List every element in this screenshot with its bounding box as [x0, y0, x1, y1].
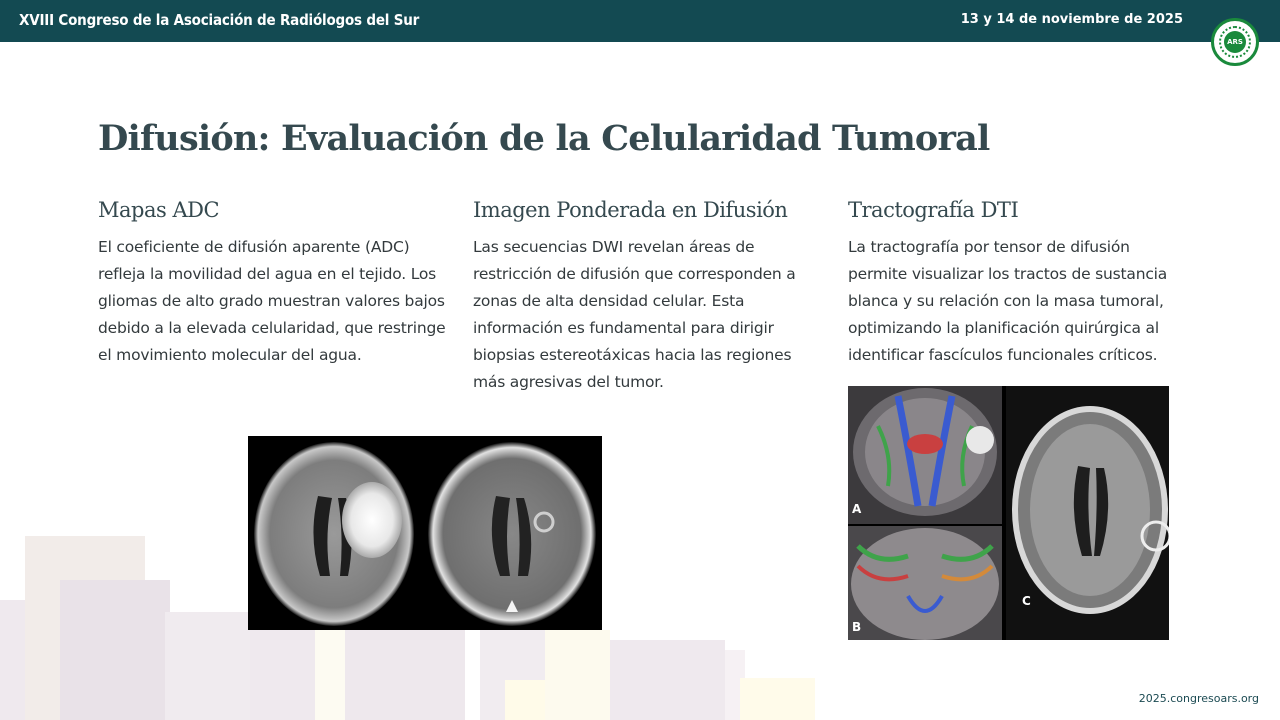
panel-label-b: B [852, 620, 862, 634]
dti-panel-a: A [848, 386, 1002, 524]
column-heading: Tractografía DTI [848, 198, 1019, 222]
dti-panel-b: B [848, 526, 1002, 640]
mri-comparison-image [248, 436, 602, 630]
column-heading: Imagen Ponderada en Difusión [473, 198, 788, 222]
header-bar: XVIII Congreso de la Asociación de Radió… [0, 0, 1280, 42]
slide-title: Difusión: Evaluación de la Celularidad T… [98, 118, 990, 159]
mri-brain-scans [254, 442, 596, 626]
event-title: XVIII Congreso de la Asociación de Radió… [19, 11, 420, 29]
dti-panel-c: C [1006, 386, 1169, 640]
column-adc: Mapas ADC El coeficiente de difusión apa… [98, 198, 460, 369]
logo-text: ARS [1224, 31, 1246, 53]
column-body: Las secuencias DWI revelan áreas de rest… [473, 238, 796, 391]
tumor-bright [342, 482, 402, 558]
brain-right [428, 442, 596, 626]
column-dwi: Imagen Ponderada en Difusión Las secuenc… [473, 198, 818, 396]
column-heading: Mapas ADC [98, 198, 220, 222]
footer-url[interactable]: 2025.congresoars.org [1139, 692, 1259, 705]
panel-label-c: C [1022, 594, 1031, 608]
column-body: El coeficiente de difusión aparente (ADC… [98, 238, 446, 364]
column-dti: Tractografía DTI La tractografía por ten… [848, 198, 1183, 369]
dti-tractography-image: A B C [848, 386, 1169, 640]
panel-label-a: A [852, 502, 862, 516]
association-seal-icon: ARS [1211, 18, 1259, 66]
column-body: La tractografía por tensor de difusión p… [848, 238, 1168, 364]
event-date: 13 y 14 de noviembre de 2025 [960, 12, 1183, 27]
